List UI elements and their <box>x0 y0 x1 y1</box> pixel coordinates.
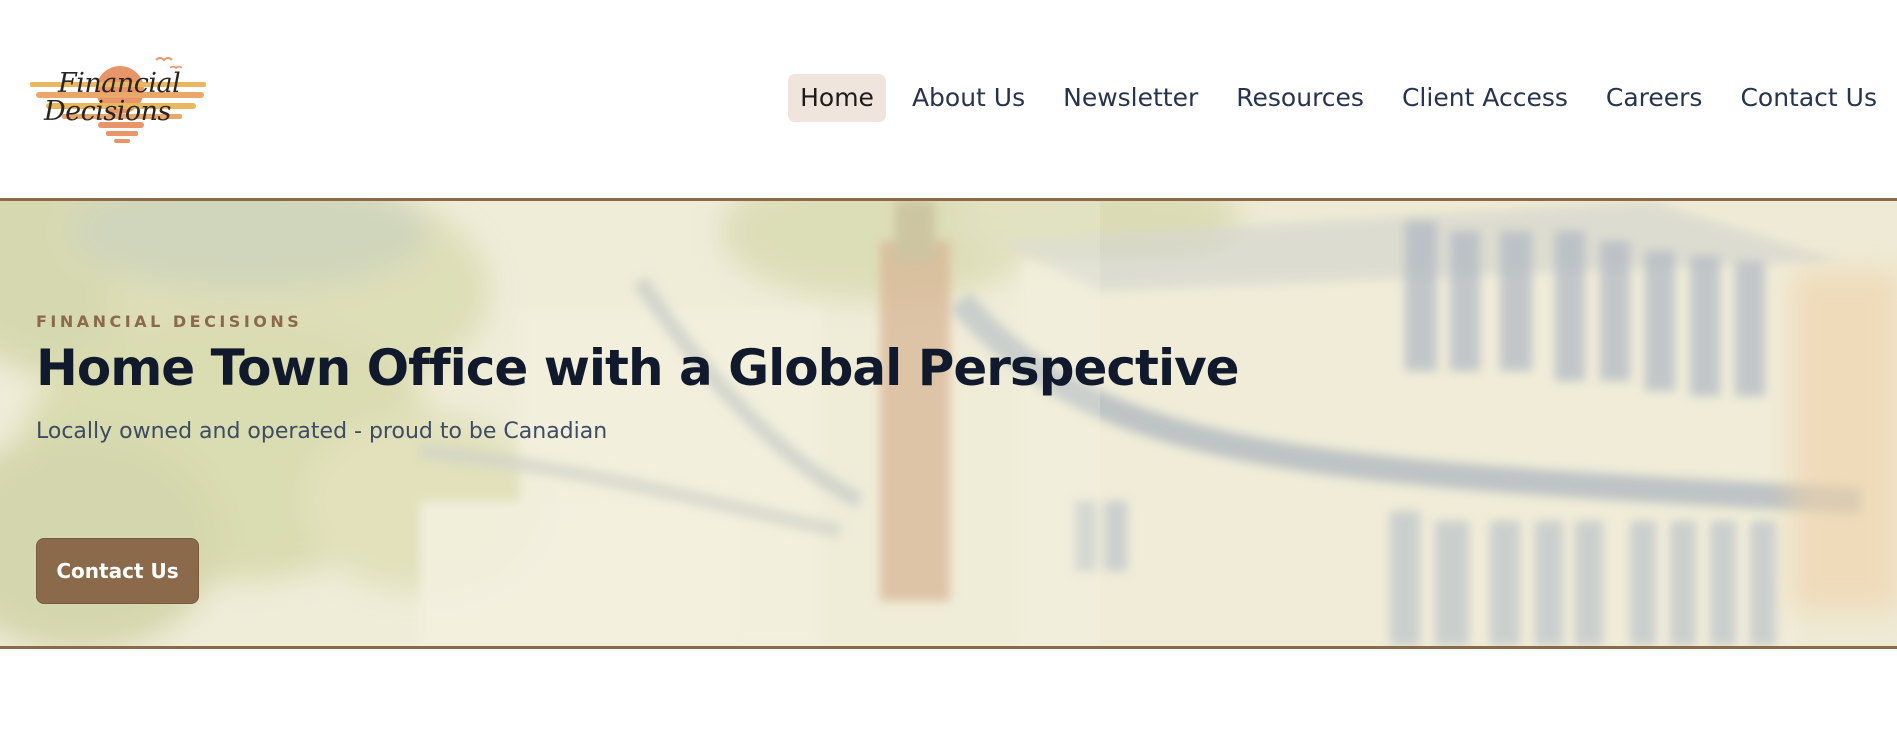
site-logo[interactable]: Financial Decisions <box>28 48 214 146</box>
logo-line-2: Decisions <box>44 96 171 127</box>
hero-content: FINANCIAL DECISIONS Home Town Office wit… <box>36 312 1240 604</box>
hero-title: Home Town Office with a Global Perspecti… <box>36 339 1240 397</box>
hero-eyebrow: FINANCIAL DECISIONS <box>36 312 303 331</box>
nav-item-careers[interactable]: Careers <box>1594 74 1715 122</box>
nav-item-about-us[interactable]: About Us <box>900 74 1037 122</box>
contact-us-button[interactable]: Contact Us <box>36 538 199 604</box>
hero-subtitle: Locally owned and operated - proud to be… <box>36 419 608 444</box>
nav-item-resources[interactable]: Resources <box>1224 74 1376 122</box>
nav-item-contact-us[interactable]: Contact Us <box>1728 74 1889 122</box>
nav-item-newsletter[interactable]: Newsletter <box>1051 74 1210 122</box>
logo-wordmark: Financial Decisions <box>28 48 214 146</box>
hero-banner: FINANCIAL DECISIONS Home Town Office wit… <box>0 198 1897 649</box>
logo-line-1: Financial <box>58 68 181 99</box>
nav-item-client-access[interactable]: Client Access <box>1390 74 1580 122</box>
site-header: Financial Decisions Home About Us Newsle… <box>0 0 1897 198</box>
main-nav: Home About Us Newsletter Resources Clien… <box>788 74 1889 122</box>
nav-item-home[interactable]: Home <box>788 74 886 122</box>
